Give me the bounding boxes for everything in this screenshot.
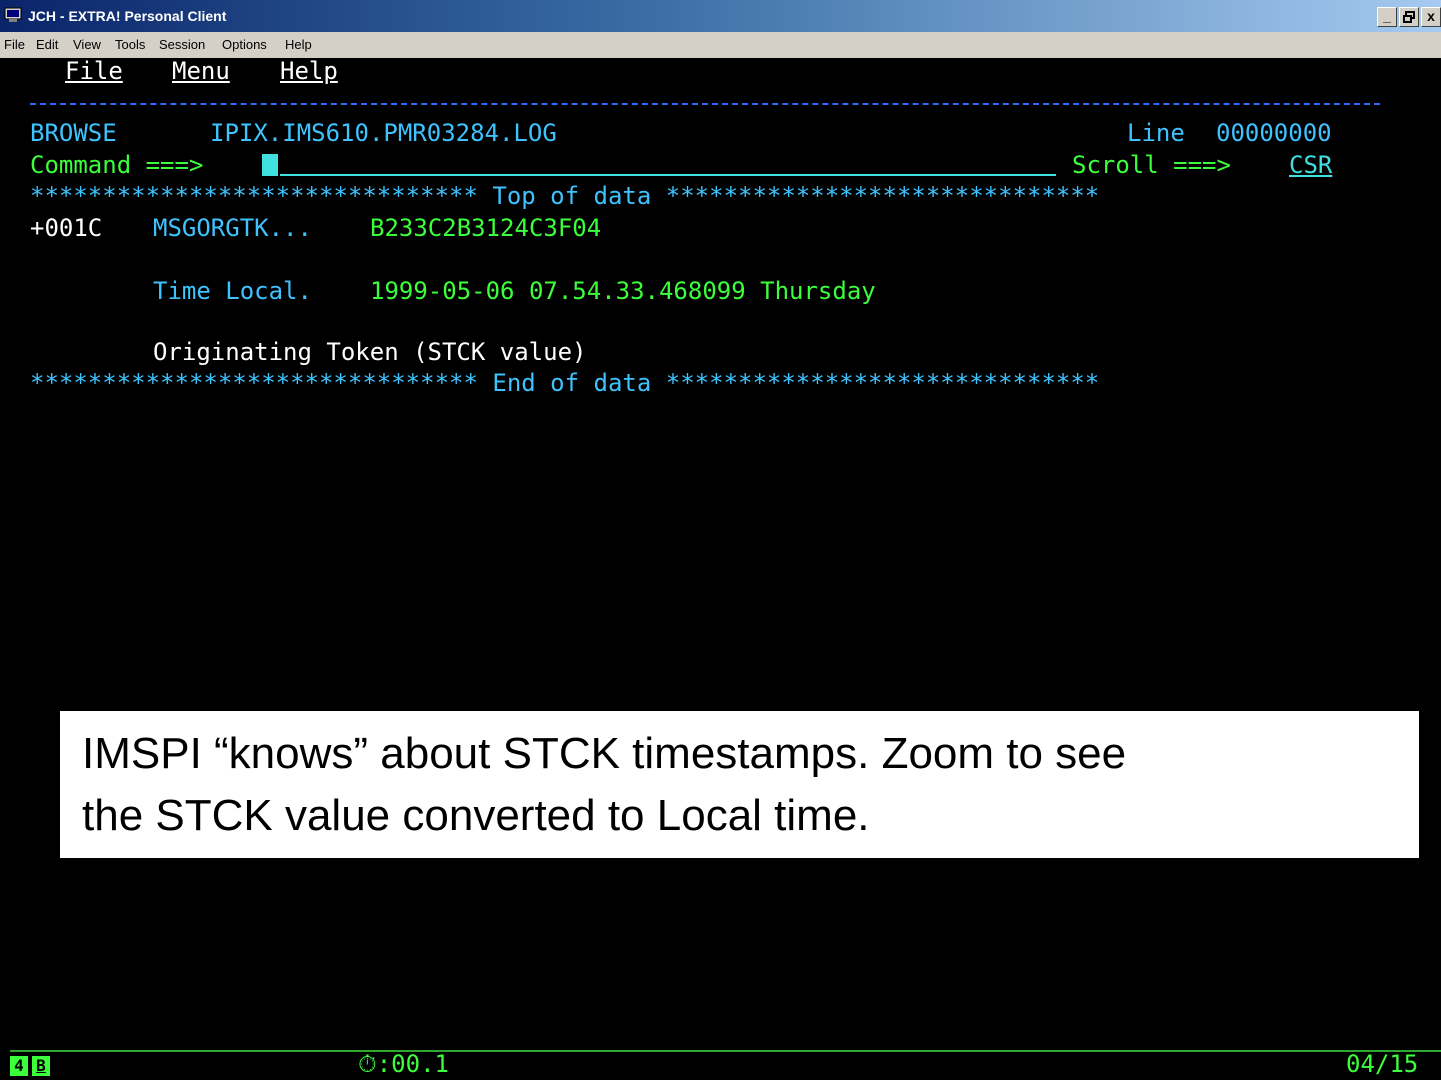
callout-line-1: IMSPI “knows” about STCK timestamps. Zoo…	[82, 729, 1127, 778]
time-local-label: Time Local.	[153, 277, 312, 305]
time-local-value: 1999-05-06 07.54.33.468099 Thursday	[370, 277, 876, 305]
action-menu[interactable]: Menu	[172, 56, 230, 86]
command-input[interactable]	[280, 174, 1056, 176]
end-of-data-marker: ******************************* End of d…	[30, 369, 1100, 397]
scroll-value-input[interactable]: CSR	[1289, 150, 1332, 180]
menu-bar: File Edit View Tools Session Options Hel…	[0, 32, 1441, 58]
maximize-button[interactable]	[1399, 7, 1419, 27]
text-cursor	[262, 154, 278, 176]
close-button[interactable]: x	[1421, 7, 1441, 27]
dataset-name: IPIX.IMS610.PMR03284.LOG	[210, 119, 557, 147]
session-indicator: 4	[10, 1056, 28, 1076]
menu-session[interactable]: Session	[159, 37, 205, 52]
action-file[interactable]: File	[65, 56, 123, 86]
field-value: B233C2B3124C3F04	[370, 214, 602, 242]
field-name: MSGORGTK...	[153, 214, 312, 242]
menu-edit[interactable]: Edit	[36, 37, 58, 52]
response-timer: ⏱:00.1	[358, 1050, 449, 1078]
menu-options[interactable]: Options	[222, 37, 267, 52]
cursor-position: 04/15	[1346, 1050, 1419, 1078]
restore-icon	[1403, 11, 1415, 23]
minimize-button[interactable]: _	[1377, 7, 1397, 27]
action-help[interactable]: Help	[280, 56, 338, 86]
keyboard-indicator: B	[32, 1056, 50, 1076]
record-offset: +001C	[30, 214, 103, 242]
menu-help[interactable]: Help	[285, 37, 312, 52]
menu-tools[interactable]: Tools	[115, 37, 145, 52]
line-label: Line	[1127, 119, 1185, 147]
action-bar-divider	[30, 103, 1380, 105]
originating-token-label: Originating Token (STCK value)	[153, 338, 587, 366]
top-of-data-marker: ******************************* Top of d…	[30, 182, 1100, 210]
window-title: JCH - EXTRA! Personal Client	[28, 8, 227, 24]
command-label: Command ===>	[30, 151, 204, 179]
annotation-callout: IMSPI “knows” about STCK timestamps. Zoo…	[60, 711, 1419, 858]
browse-mode-label: BROWSE	[30, 119, 117, 147]
status-bar: 4 B ⏱:00.1 04/15	[10, 1050, 1441, 1080]
menu-view[interactable]: View	[73, 37, 101, 52]
line-number: 00000000	[1216, 119, 1332, 147]
terminal-screen[interactable]: File Menu Help BROWSE IPIX.IMS610.PMR032…	[10, 56, 1441, 1050]
scroll-label: Scroll ===>	[1072, 151, 1231, 179]
window-title-bar[interactable]: JCH - EXTRA! Personal Client _ x	[0, 0, 1441, 32]
terminal-app-icon	[4, 7, 22, 22]
menu-file[interactable]: File	[4, 37, 25, 52]
callout-line-2: the STCK value converted to Local time.	[82, 791, 870, 840]
